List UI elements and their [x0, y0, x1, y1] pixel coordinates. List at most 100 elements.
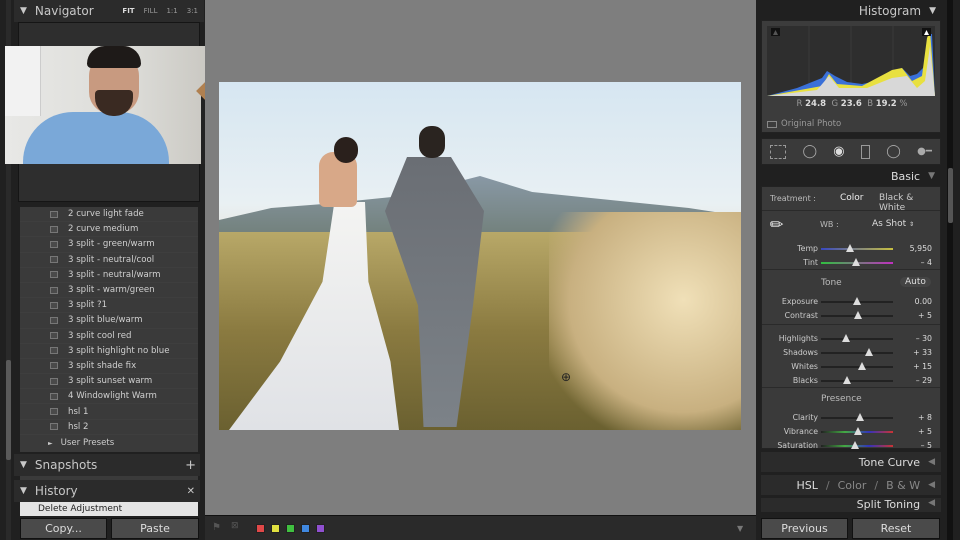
preset-item[interactable]: 3 split cool red [20, 329, 198, 344]
nav-fill[interactable]: FILL [144, 7, 158, 15]
slider-temp[interactable]: Temp 5,950 [762, 242, 942, 256]
snapshots-header[interactable]: ▼ Snapshots + [14, 454, 200, 476]
red-eye-icon[interactable]: ◉ [833, 144, 844, 159]
clear-history-icon[interactable]: ✕ [187, 486, 195, 497]
preset-item[interactable]: 3 split sunset warm [20, 374, 198, 390]
user-presets-folder[interactable]: ► User Presets [20, 435, 198, 448]
spot-removal-icon[interactable]: ◯ [802, 144, 817, 159]
color-label-swatch[interactable] [256, 524, 265, 533]
adjustment-brush-icon[interactable]: ●━ [917, 146, 932, 157]
slider-thumb[interactable] [855, 413, 864, 421]
auto-tone-button[interactable]: Auto [900, 277, 931, 287]
preset-item[interactable]: hsl 2 [20, 420, 198, 435]
eyedropper-icon[interactable]: ✎ [765, 213, 788, 236]
slider-thumb[interactable] [853, 297, 861, 305]
previous-button[interactable]: Previous [761, 518, 848, 539]
radial-filter-icon[interactable]: ◯ [886, 144, 901, 159]
history-header[interactable]: ▼ History ✕ [14, 480, 200, 502]
slider-track[interactable] [821, 352, 893, 354]
nav-fit[interactable]: FIT [122, 7, 134, 15]
slider-contrast[interactable]: Contrast + 5 [762, 309, 942, 323]
slider-thumb[interactable] [850, 441, 859, 449]
navigator-header[interactable]: ▼ Navigator FIT FILL 1:1 3:1 [14, 0, 204, 22]
slider-thumb[interactable] [864, 348, 873, 356]
preset-item[interactable]: 3 split - warm/green [20, 283, 198, 299]
slider-value[interactable]: – 29 [916, 376, 932, 385]
slider-value[interactable]: – 30 [916, 334, 932, 343]
preset-item[interactable]: 3 split blue/warm [20, 313, 198, 329]
slider-value[interactable]: + 33 [913, 348, 932, 357]
histogram-chart[interactable] [767, 26, 935, 96]
split-toning-header[interactable]: Split Toning ◀ [761, 498, 941, 512]
slider-whites[interactable]: Whites + 15 [762, 360, 942, 374]
histogram-header[interactable]: Histogram ▼ [756, 0, 942, 22]
color-label-swatch[interactable] [316, 524, 325, 533]
slider-value[interactable]: – 5 [921, 441, 932, 450]
tone-curve-header[interactable]: Tone Curve ◀ [761, 452, 941, 472]
color-label-swatch[interactable] [271, 524, 280, 533]
preset-item[interactable]: 3 split highlight no blue [20, 344, 198, 359]
preset-item[interactable]: hsl 1 [20, 404, 198, 420]
nav-3-1[interactable]: 3:1 [187, 7, 198, 15]
slider-blacks[interactable]: Blacks – 29 [762, 374, 942, 388]
slider-thumb[interactable] [842, 376, 851, 384]
slider-value[interactable]: + 5 [918, 311, 932, 320]
paste-button[interactable]: Paste [111, 518, 199, 539]
slider-thumb[interactable] [842, 334, 851, 342]
toolbar-menu-chevron-icon[interactable]: ▼ [737, 524, 743, 533]
slider-thumb[interactable] [858, 362, 867, 370]
preset-item[interactable]: 3 split - neutral/cool [20, 253, 198, 268]
preset-item[interactable]: 3 split - green/warm [20, 237, 198, 253]
treatment-color[interactable]: Color [840, 193, 864, 203]
bw-tab[interactable]: B & W [886, 479, 920, 492]
slider-value[interactable]: 0.00 [915, 297, 932, 306]
slider-shadows[interactable]: Shadows + 33 [762, 346, 942, 360]
hsl-header[interactable]: HSL / Color / B & W ◀ [761, 475, 941, 495]
right-scrollbar-thumb[interactable] [948, 168, 953, 223]
slider-thumb[interactable] [854, 311, 863, 319]
preset-item[interactable]: 3 split ?1 [20, 298, 198, 314]
hsl-tab[interactable]: HSL [797, 479, 818, 492]
reject-flag-icon[interactable]: ⊠ [231, 521, 239, 531]
color-label-swatch[interactable] [286, 524, 295, 533]
preset-item[interactable]: 3 split - neutral/warm [20, 268, 198, 283]
slider-track[interactable] [821, 248, 893, 250]
slider-thumb[interactable] [854, 427, 863, 435]
add-snapshot-icon[interactable]: + [185, 458, 196, 473]
slider-saturation[interactable]: Saturation – 5 [762, 439, 942, 453]
flag-icon[interactable]: ⚑ [212, 522, 221, 533]
basic-header[interactable]: Basic ▼ [761, 166, 941, 186]
slider-thumb[interactable] [851, 258, 860, 266]
checkbox-icon[interactable] [767, 120, 777, 128]
left-scrollbar-thumb[interactable] [6, 360, 11, 460]
slider-thumb[interactable] [845, 244, 854, 252]
slider-clarity[interactable]: Clarity + 8 [762, 411, 942, 425]
color-tab[interactable]: Color [838, 479, 867, 492]
crop-tool-icon[interactable] [770, 144, 787, 159]
original-photo-toggle[interactable]: Original Photo [767, 119, 841, 129]
nav-1-1[interactable]: 1:1 [166, 7, 177, 15]
slider-exposure[interactable]: Exposure 0.00 [762, 295, 942, 309]
photo-preview[interactable]: ⊕ [219, 82, 741, 430]
slider-value[interactable]: + 8 [918, 413, 932, 422]
preset-item[interactable]: 3 split shade fix [20, 359, 198, 375]
right-scrollbar[interactable] [947, 0, 953, 540]
wb-select[interactable]: As Shot ⇕ [872, 219, 914, 229]
reset-button[interactable]: Reset [852, 518, 940, 539]
slider-value[interactable]: + 15 [913, 362, 932, 371]
slider-vibrance[interactable]: Vibrance + 5 [762, 425, 942, 439]
slider-value[interactable]: 5,950 [910, 244, 932, 253]
history-item[interactable]: Delete Adjustment [20, 502, 198, 516]
slider-tint[interactable]: Tint – 4 [762, 256, 942, 270]
slider-track[interactable] [821, 366, 893, 368]
preset-item[interactable]: 2 curve medium [20, 222, 198, 238]
slider-value[interactable]: – 4 [921, 258, 932, 267]
preset-item[interactable]: 4 Windowlight Warm [20, 389, 198, 405]
graduated-filter-icon[interactable] [860, 144, 870, 159]
slider-track[interactable] [821, 380, 893, 382]
preset-item[interactable]: 2 curve light fade [20, 207, 198, 223]
slider-highlights[interactable]: Highlights – 30 [762, 332, 942, 346]
copy-button[interactable]: Copy... [20, 518, 107, 539]
slider-value[interactable]: + 5 [918, 427, 932, 436]
color-label-swatch[interactable] [301, 524, 310, 533]
